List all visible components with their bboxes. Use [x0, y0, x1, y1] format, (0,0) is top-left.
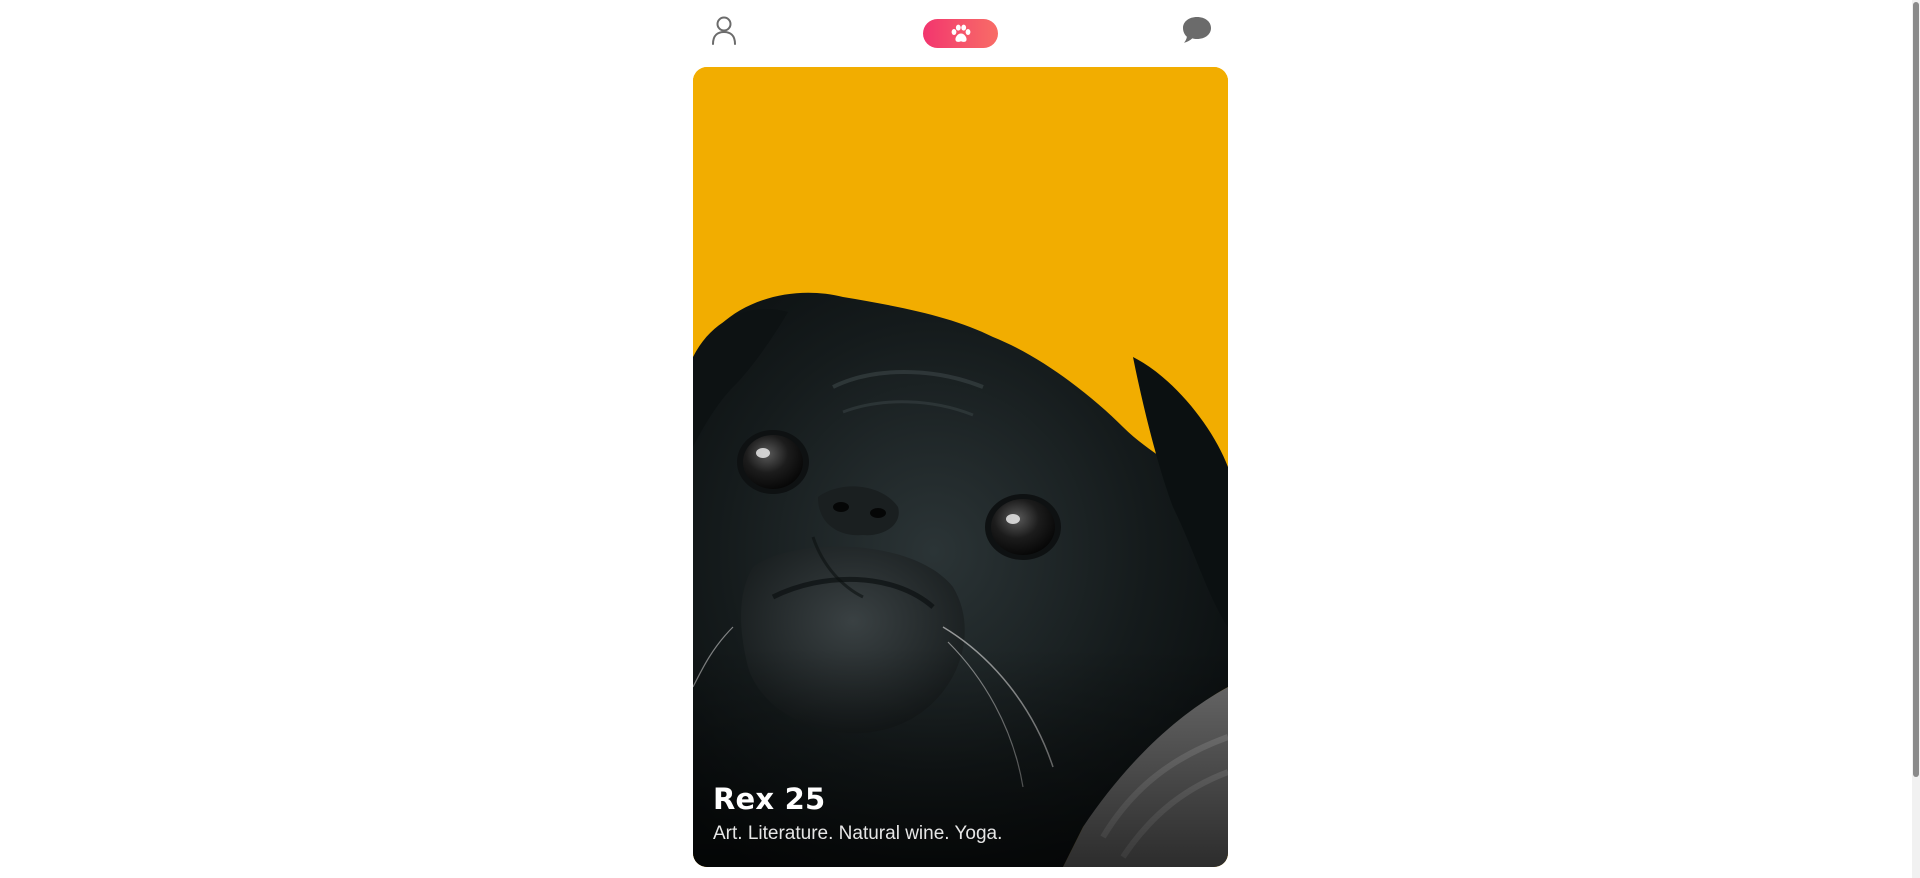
- profile-card[interactable]: Rex 25 Art. Literature. Natural wine. Yo…: [693, 67, 1228, 867]
- profile-button[interactable]: [709, 14, 739, 46]
- profile-name: Rex: [713, 782, 775, 816]
- chat-bubble-icon: [1183, 17, 1211, 43]
- top-nav: [693, 0, 1228, 66]
- profile-name-age: Rex 25: [713, 781, 1002, 817]
- paw-icon: [951, 24, 970, 42]
- card-info: Rex 25 Art. Literature. Natural wine. Yo…: [713, 781, 1002, 847]
- profile-age: 25: [784, 782, 826, 816]
- home-swipe-button[interactable]: [923, 19, 998, 48]
- profile-bio: Art. Literature. Natural wine. Yoga.: [713, 823, 1003, 844]
- person-outline-icon: [712, 16, 736, 45]
- messages-button[interactable]: [1180, 14, 1214, 46]
- vertical-scrollbar[interactable]: [1912, 0, 1920, 878]
- scrollbar-thumb[interactable]: [1913, 2, 1919, 777]
- app-page: Rex 25 Art. Literature. Natural wine. Yo…: [0, 0, 1920, 878]
